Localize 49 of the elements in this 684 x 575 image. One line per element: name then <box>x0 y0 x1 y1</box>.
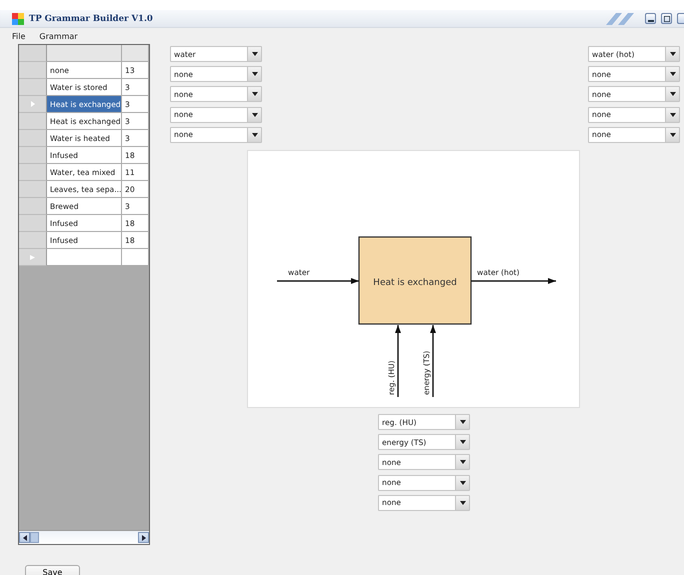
caret-icon <box>252 112 258 117</box>
caret-icon <box>460 460 466 464</box>
row-header[interactable] <box>19 198 47 215</box>
caret-icon <box>460 420 466 424</box>
caret-icon <box>252 52 258 56</box>
caret-icon <box>252 92 258 96</box>
control-arrow <box>430 325 436 397</box>
table-cell[interactable] <box>122 249 149 266</box>
row-header[interactable] <box>19 215 47 232</box>
maximize-icon <box>664 16 670 22</box>
row-header <box>19 45 47 62</box>
caret-icon <box>670 72 676 76</box>
maximize-button[interactable] <box>661 13 672 24</box>
caret-icon <box>460 440 466 444</box>
caret-icon <box>252 132 258 137</box>
scroll-right-icon <box>142 534 146 540</box>
row-header[interactable] <box>19 249 47 266</box>
caret-icon <box>460 480 466 485</box>
scroll-thumb[interactable] <box>30 532 39 543</box>
row-header[interactable] <box>19 113 47 130</box>
row-header[interactable] <box>19 62 47 79</box>
caret-icon <box>670 92 676 96</box>
menu-item[interactable]: File <box>12 32 26 40</box>
row-header[interactable] <box>19 96 47 113</box>
row-header[interactable] <box>19 164 47 181</box>
scroll-left-icon <box>22 534 26 540</box>
caret-icon <box>252 72 258 76</box>
caret-icon <box>670 112 676 117</box>
minimize-button[interactable] <box>645 13 656 24</box>
new-row-icon <box>30 254 35 260</box>
horizontal-scrollbar[interactable] <box>19 530 149 544</box>
app-icon <box>12 12 24 24</box>
row-header[interactable] <box>19 147 47 164</box>
column-header[interactable] <box>47 45 122 62</box>
save-button[interactable]: Save <box>25 565 80 575</box>
caret-icon <box>670 132 676 137</box>
caret-icon <box>670 52 676 56</box>
column-header[interactable] <box>122 45 149 62</box>
caret-icon <box>460 500 466 505</box>
close-button[interactable] <box>677 13 684 24</box>
window-title: TP Grammar Builder V1.0 <box>29 14 153 24</box>
control-arrow <box>395 325 401 397</box>
row-header[interactable] <box>19 79 47 96</box>
row-header[interactable] <box>19 232 47 249</box>
process-label: Heat is exchanged <box>373 278 457 288</box>
menu-item[interactable]: Grammar <box>39 32 78 40</box>
row-header[interactable] <box>19 181 47 198</box>
row-header[interactable] <box>19 130 47 147</box>
table-cell[interactable] <box>47 249 122 266</box>
